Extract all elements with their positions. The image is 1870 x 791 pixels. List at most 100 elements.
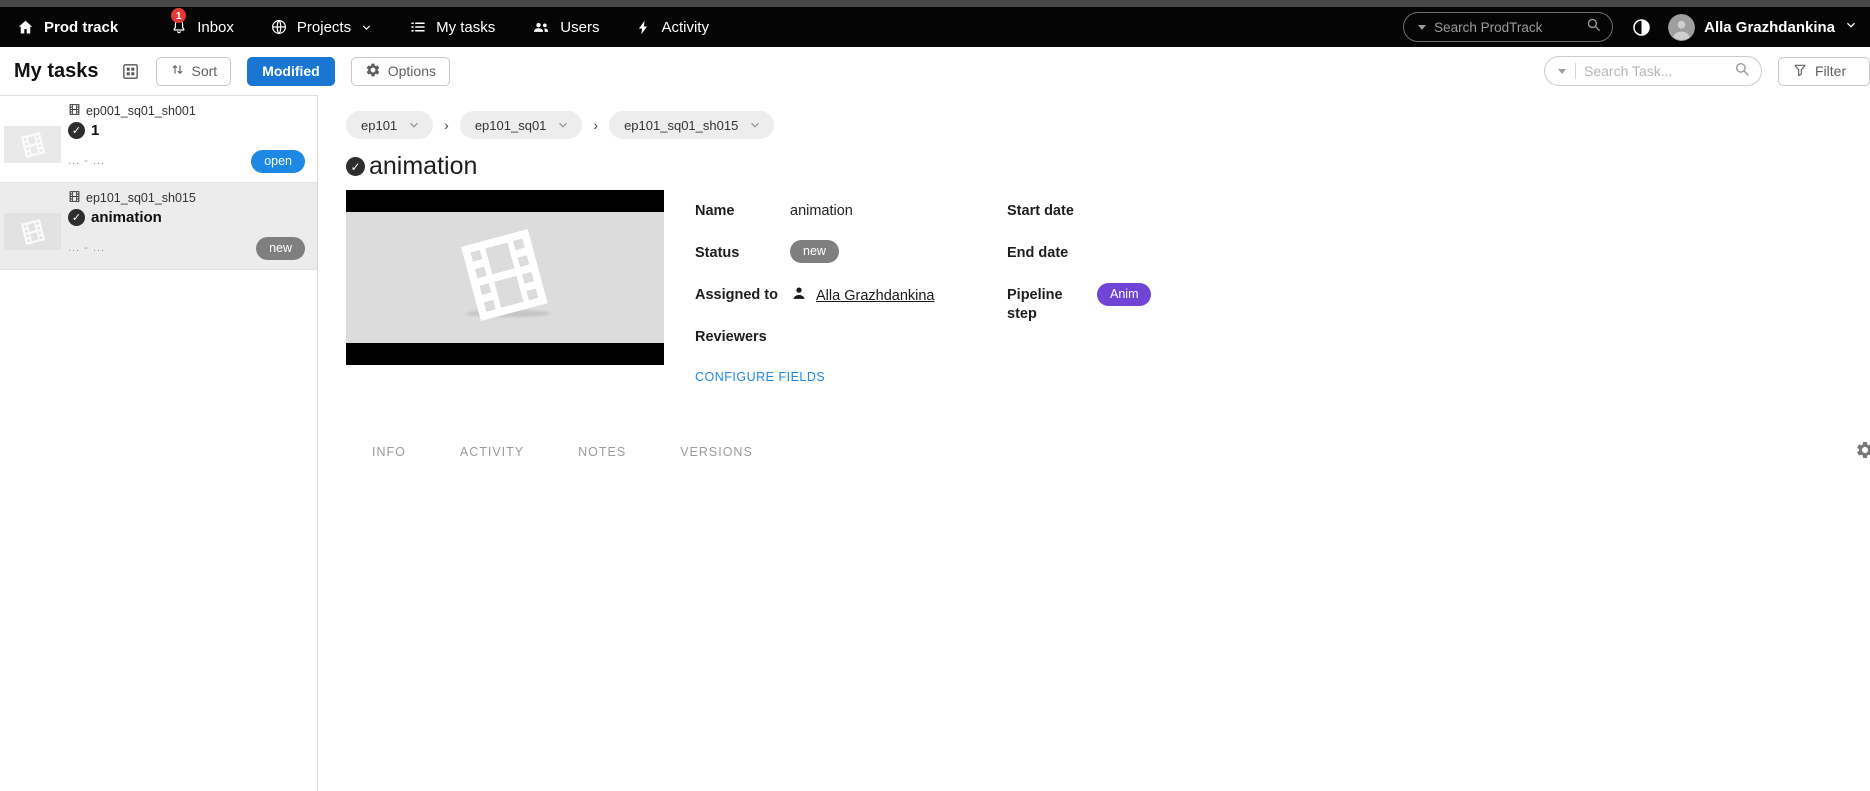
task-card-ep101-sq01-sh015[interactable]: ep101_sq01_sh015 animation ... - ... new	[0, 183, 317, 270]
task-search[interactable]	[1544, 56, 1762, 86]
preview-placeholder	[346, 212, 664, 343]
breadcrumb-separator: ›	[593, 117, 598, 133]
detail-tabs: INFO ACTIVITY NOTES VERSIONS	[346, 439, 1870, 465]
nav-my-tasks[interactable]: My tasks	[409, 18, 495, 36]
task-title: animation	[369, 152, 477, 181]
search-icon[interactable]	[1733, 60, 1751, 83]
breadcrumb-sequence[interactable]: ep101_sq01	[460, 111, 583, 139]
gear-icon	[365, 62, 381, 81]
breadcrumb-sequence-label: ep101_sq01	[475, 118, 547, 133]
search-scope-caret-icon[interactable]	[1418, 25, 1426, 30]
sort-label: Sort	[192, 63, 218, 79]
check-icon	[346, 157, 365, 176]
film-icon	[68, 103, 81, 119]
user-menu[interactable]: Alla Grazhdankina	[1668, 14, 1860, 41]
shot-thumbnail	[4, 126, 61, 163]
film-icon	[68, 190, 81, 206]
chevron-down-icon[interactable]	[556, 118, 570, 132]
status-badge: new	[256, 237, 305, 260]
assigned-to-label: Assigned to	[695, 286, 790, 305]
brand-label: Prod track	[44, 19, 118, 36]
chevron-down-icon[interactable]	[407, 118, 421, 132]
page-toolbar: My tasks Sort Modified Options	[0, 47, 1870, 95]
users-icon	[531, 17, 551, 37]
start-date-label: Start date	[1007, 202, 1077, 221]
nav-activity[interactable]: Activity	[635, 19, 709, 36]
bell-icon: 1	[170, 18, 188, 36]
modified-label: Modified	[262, 63, 320, 79]
configure-fields-link[interactable]: CONFIGURE FIELDS	[695, 370, 825, 384]
letterbox-bar	[346, 190, 664, 212]
grid-view-icon[interactable]	[121, 62, 140, 81]
task-search-caret-icon[interactable]	[1558, 69, 1566, 74]
modified-filter-button[interactable]: Modified	[247, 57, 335, 86]
nav-projects-label: Projects	[297, 19, 351, 36]
task-name: 1	[91, 122, 99, 139]
options-label: Options	[388, 63, 436, 79]
chevron-down-icon[interactable]	[748, 118, 762, 132]
person-icon	[790, 284, 808, 308]
task-detail-panel: ep101 › ep101_sq01 › ep101_sq01_sh015	[318, 95, 1870, 791]
window-top-strip	[0, 0, 1870, 7]
task-line: 1	[68, 122, 305, 139]
filter-button[interactable]: Filter	[1778, 57, 1870, 86]
sort-icon	[170, 62, 185, 80]
pipeline-step-badge: Anim	[1097, 283, 1151, 306]
filter-label: Filter	[1815, 63, 1846, 79]
task-line: animation	[68, 209, 305, 226]
toolbar-right: Filter	[1544, 56, 1870, 86]
task-preview-player[interactable]	[346, 190, 664, 365]
task-list-sidebar: ep001_sq01_sh001 1 ... - ... open ep101_…	[0, 95, 318, 791]
name-label: Name	[695, 202, 790, 221]
top-navbar: Prod track 1 Inbox Projects My tasks Use…	[0, 7, 1870, 47]
user-name: Alla Grazhdankina	[1704, 19, 1835, 36]
tab-info[interactable]: INFO	[356, 445, 422, 459]
chevron-down-icon	[360, 21, 373, 34]
avatar	[1668, 14, 1695, 41]
status-label: Status	[695, 244, 790, 263]
shot-line: ep101_sq01_sh015	[68, 190, 305, 206]
tab-notes[interactable]: NOTES	[562, 445, 642, 459]
divider	[1575, 63, 1576, 79]
user-chevron-down-icon	[1844, 18, 1858, 36]
tab-versions[interactable]: VERSIONS	[664, 445, 769, 459]
breadcrumb-shot-label: ep101_sq01_sh015	[624, 118, 738, 133]
breadcrumb-episode[interactable]: ep101	[346, 111, 433, 139]
brand-home[interactable]: Prod track	[16, 18, 118, 37]
letterbox-bar	[346, 343, 664, 365]
nav-inbox-label: Inbox	[197, 19, 234, 36]
shot-name: ep001_sq01_sh001	[86, 104, 196, 118]
tab-activity[interactable]: ACTIVITY	[444, 445, 540, 459]
breadcrumb-shot[interactable]: ep101_sq01_sh015	[609, 111, 774, 139]
nav-users-label: Users	[560, 19, 599, 36]
breadcrumb-separator: ›	[444, 117, 449, 133]
page-title: My tasks	[14, 60, 99, 83]
nav-my-tasks-label: My tasks	[436, 19, 495, 36]
gear-icon[interactable]	[1855, 440, 1870, 460]
status-badge: new	[790, 240, 839, 263]
funnel-icon	[1792, 62, 1808, 81]
task-name: animation	[91, 209, 162, 226]
task-fields: Name animation Status new Assigned to	[695, 190, 1151, 412]
global-search[interactable]	[1403, 12, 1613, 42]
task-card-ep001-sq01-sh001[interactable]: ep001_sq01_sh001 1 ... - ... open	[0, 96, 317, 183]
navbar-right: Alla Grazhdankina	[1403, 12, 1860, 42]
name-value: animation	[790, 202, 853, 221]
options-button[interactable]: Options	[351, 57, 450, 86]
status-badge: open	[251, 150, 305, 173]
nav-projects[interactable]: Projects	[270, 18, 373, 36]
nav-activity-label: Activity	[661, 19, 709, 36]
search-icon[interactable]	[1585, 16, 1602, 38]
task-search-input[interactable]	[1584, 63, 1725, 79]
task-title-row: animation	[346, 152, 1870, 181]
shot-thumbnail	[4, 213, 61, 250]
nav-users[interactable]: Users	[531, 17, 599, 37]
breadcrumb-episode-label: ep101	[361, 118, 397, 133]
end-date-label: End date	[1007, 244, 1077, 263]
pipeline-step-label: Pipeline step	[1007, 286, 1077, 324]
sort-button[interactable]: Sort	[156, 57, 232, 86]
assignee-link[interactable]: Alla Grazhdankina	[816, 287, 935, 306]
nav-inbox[interactable]: 1 Inbox	[170, 18, 234, 36]
theme-contrast-icon[interactable]	[1631, 17, 1652, 38]
global-search-input[interactable]	[1434, 20, 1577, 35]
